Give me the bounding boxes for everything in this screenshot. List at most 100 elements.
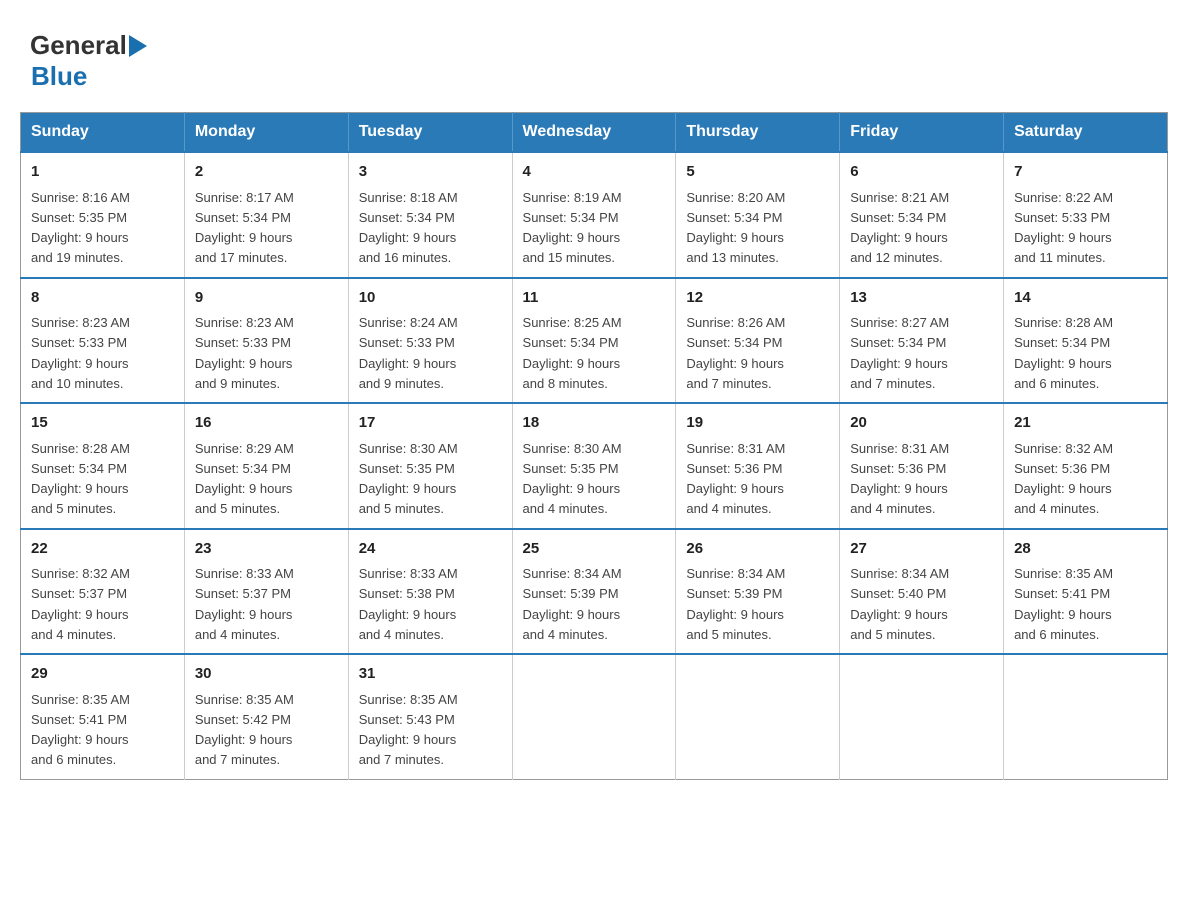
calendar-cell: 25 Sunrise: 8:34 AMSunset: 5:39 PMDaylig… (512, 529, 676, 655)
day-info: Sunrise: 8:20 AMSunset: 5:34 PMDaylight:… (686, 190, 785, 266)
day-number: 11 (523, 287, 666, 310)
day-number: 8 (31, 287, 174, 310)
day-info: Sunrise: 8:26 AMSunset: 5:34 PMDaylight:… (686, 315, 785, 391)
day-number: 31 (359, 663, 502, 686)
day-number: 2 (195, 161, 338, 184)
day-info: Sunrise: 8:24 AMSunset: 5:33 PMDaylight:… (359, 315, 458, 391)
calendar-cell: 8 Sunrise: 8:23 AMSunset: 5:33 PMDayligh… (21, 278, 185, 404)
day-number: 23 (195, 538, 338, 561)
day-info: Sunrise: 8:21 AMSunset: 5:34 PMDaylight:… (850, 190, 949, 266)
calendar-cell: 28 Sunrise: 8:35 AMSunset: 5:41 PMDaylig… (1004, 529, 1168, 655)
day-info: Sunrise: 8:30 AMSunset: 5:35 PMDaylight:… (523, 441, 622, 517)
day-info: Sunrise: 8:33 AMSunset: 5:38 PMDaylight:… (359, 566, 458, 642)
day-number: 16 (195, 412, 338, 435)
calendar-cell: 11 Sunrise: 8:25 AMSunset: 5:34 PMDaylig… (512, 278, 676, 404)
calendar-cell: 1 Sunrise: 8:16 AMSunset: 5:35 PMDayligh… (21, 152, 185, 278)
calendar-cell: 31 Sunrise: 8:35 AMSunset: 5:43 PMDaylig… (348, 654, 512, 779)
day-info: Sunrise: 8:27 AMSunset: 5:34 PMDaylight:… (850, 315, 949, 391)
day-info: Sunrise: 8:28 AMSunset: 5:34 PMDaylight:… (31, 441, 130, 517)
day-info: Sunrise: 8:29 AMSunset: 5:34 PMDaylight:… (195, 441, 294, 517)
calendar-cell: 12 Sunrise: 8:26 AMSunset: 5:34 PMDaylig… (676, 278, 840, 404)
calendar-cell: 29 Sunrise: 8:35 AMSunset: 5:41 PMDaylig… (21, 654, 185, 779)
calendar-week-row: 1 Sunrise: 8:16 AMSunset: 5:35 PMDayligh… (21, 152, 1168, 278)
calendar-cell (1004, 654, 1168, 779)
day-info: Sunrise: 8:34 AMSunset: 5:39 PMDaylight:… (686, 566, 785, 642)
day-number: 7 (1014, 161, 1157, 184)
day-number: 10 (359, 287, 502, 310)
day-info: Sunrise: 8:18 AMSunset: 5:34 PMDaylight:… (359, 190, 458, 266)
calendar-cell: 9 Sunrise: 8:23 AMSunset: 5:33 PMDayligh… (184, 278, 348, 404)
day-number: 17 (359, 412, 502, 435)
day-number: 6 (850, 161, 993, 184)
calendar-cell: 19 Sunrise: 8:31 AMSunset: 5:36 PMDaylig… (676, 403, 840, 529)
day-info: Sunrise: 8:17 AMSunset: 5:34 PMDaylight:… (195, 190, 294, 266)
calendar-cell: 6 Sunrise: 8:21 AMSunset: 5:34 PMDayligh… (840, 152, 1004, 278)
day-info: Sunrise: 8:32 AMSunset: 5:37 PMDaylight:… (31, 566, 130, 642)
calendar-cell: 5 Sunrise: 8:20 AMSunset: 5:34 PMDayligh… (676, 152, 840, 278)
day-number: 3 (359, 161, 502, 184)
day-info: Sunrise: 8:35 AMSunset: 5:41 PMDaylight:… (1014, 566, 1113, 642)
day-info: Sunrise: 8:28 AMSunset: 5:34 PMDaylight:… (1014, 315, 1113, 391)
calendar-cell: 16 Sunrise: 8:29 AMSunset: 5:34 PMDaylig… (184, 403, 348, 529)
calendar-day-header: Monday (184, 113, 348, 153)
calendar-cell: 20 Sunrise: 8:31 AMSunset: 5:36 PMDaylig… (840, 403, 1004, 529)
day-number: 4 (523, 161, 666, 184)
day-number: 25 (523, 538, 666, 561)
calendar-cell: 26 Sunrise: 8:34 AMSunset: 5:39 PMDaylig… (676, 529, 840, 655)
logo: General Blue (30, 30, 147, 92)
calendar-cell: 22 Sunrise: 8:32 AMSunset: 5:37 PMDaylig… (21, 529, 185, 655)
day-info: Sunrise: 8:19 AMSunset: 5:34 PMDaylight:… (523, 190, 622, 266)
calendar-day-header: Saturday (1004, 113, 1168, 153)
calendar-cell: 2 Sunrise: 8:17 AMSunset: 5:34 PMDayligh… (184, 152, 348, 278)
day-number: 27 (850, 538, 993, 561)
calendar-week-row: 15 Sunrise: 8:28 AMSunset: 5:34 PMDaylig… (21, 403, 1168, 529)
calendar-cell (512, 654, 676, 779)
day-info: Sunrise: 8:16 AMSunset: 5:35 PMDaylight:… (31, 190, 130, 266)
day-number: 14 (1014, 287, 1157, 310)
calendar-cell: 14 Sunrise: 8:28 AMSunset: 5:34 PMDaylig… (1004, 278, 1168, 404)
calendar-cell: 15 Sunrise: 8:28 AMSunset: 5:34 PMDaylig… (21, 403, 185, 529)
day-number: 29 (31, 663, 174, 686)
day-number: 9 (195, 287, 338, 310)
day-number: 28 (1014, 538, 1157, 561)
calendar-cell: 3 Sunrise: 8:18 AMSunset: 5:34 PMDayligh… (348, 152, 512, 278)
day-info: Sunrise: 8:30 AMSunset: 5:35 PMDaylight:… (359, 441, 458, 517)
logo-arrow-icon (129, 35, 147, 57)
day-info: Sunrise: 8:25 AMSunset: 5:34 PMDaylight:… (523, 315, 622, 391)
day-number: 1 (31, 161, 174, 184)
calendar-cell: 10 Sunrise: 8:24 AMSunset: 5:33 PMDaylig… (348, 278, 512, 404)
day-info: Sunrise: 8:35 AMSunset: 5:43 PMDaylight:… (359, 692, 458, 768)
day-info: Sunrise: 8:23 AMSunset: 5:33 PMDaylight:… (31, 315, 130, 391)
day-info: Sunrise: 8:35 AMSunset: 5:41 PMDaylight:… (31, 692, 130, 768)
calendar-cell: 21 Sunrise: 8:32 AMSunset: 5:36 PMDaylig… (1004, 403, 1168, 529)
calendar-cell: 24 Sunrise: 8:33 AMSunset: 5:38 PMDaylig… (348, 529, 512, 655)
calendar-cell: 23 Sunrise: 8:33 AMSunset: 5:37 PMDaylig… (184, 529, 348, 655)
calendar-cell: 27 Sunrise: 8:34 AMSunset: 5:40 PMDaylig… (840, 529, 1004, 655)
calendar-cell: 18 Sunrise: 8:30 AMSunset: 5:35 PMDaylig… (512, 403, 676, 529)
day-number: 12 (686, 287, 829, 310)
calendar-cell (676, 654, 840, 779)
calendar-cell (840, 654, 1004, 779)
logo-general-text: General (30, 30, 127, 61)
day-info: Sunrise: 8:22 AMSunset: 5:33 PMDaylight:… (1014, 190, 1113, 266)
day-info: Sunrise: 8:32 AMSunset: 5:36 PMDaylight:… (1014, 441, 1113, 517)
calendar-day-header: Friday (840, 113, 1004, 153)
page-header: General Blue (20, 20, 1168, 92)
day-number: 21 (1014, 412, 1157, 435)
day-number: 24 (359, 538, 502, 561)
calendar-cell: 13 Sunrise: 8:27 AMSunset: 5:34 PMDaylig… (840, 278, 1004, 404)
day-number: 20 (850, 412, 993, 435)
day-info: Sunrise: 8:31 AMSunset: 5:36 PMDaylight:… (850, 441, 949, 517)
day-number: 22 (31, 538, 174, 561)
day-info: Sunrise: 8:34 AMSunset: 5:40 PMDaylight:… (850, 566, 949, 642)
day-info: Sunrise: 8:35 AMSunset: 5:42 PMDaylight:… (195, 692, 294, 768)
day-info: Sunrise: 8:33 AMSunset: 5:37 PMDaylight:… (195, 566, 294, 642)
calendar-header-row: SundayMondayTuesdayWednesdayThursdayFrid… (21, 113, 1168, 153)
calendar-day-header: Sunday (21, 113, 185, 153)
calendar-day-header: Wednesday (512, 113, 676, 153)
calendar-table: SundayMondayTuesdayWednesdayThursdayFrid… (20, 112, 1168, 780)
day-number: 19 (686, 412, 829, 435)
calendar-cell: 4 Sunrise: 8:19 AMSunset: 5:34 PMDayligh… (512, 152, 676, 278)
calendar-day-header: Thursday (676, 113, 840, 153)
day-number: 26 (686, 538, 829, 561)
